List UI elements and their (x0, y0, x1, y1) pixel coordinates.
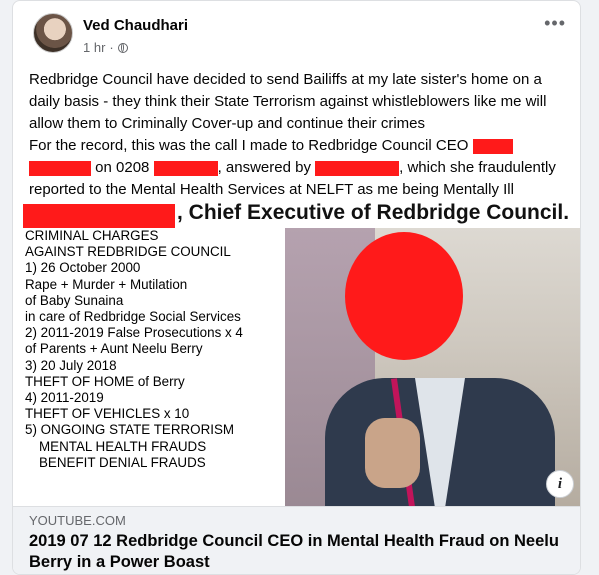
charge-line: CRIMINAL CHARGES (25, 228, 159, 243)
shared-media-image[interactable]: , Chief Executive of Redbridge Council. … (13, 198, 580, 506)
charge-line: 5) ONGOING STATE TERRORISM (25, 422, 235, 438)
post-text-segment: on 0208 (95, 159, 150, 176)
redaction-box (153, 160, 218, 176)
link-title[interactable]: 2019 07 12 Redbridge Council CEO in Ment… (29, 531, 569, 573)
post-paragraph-2: For the record, this was the call I made… (29, 135, 569, 201)
charge-line: Rape + Murder + Mutilation (25, 276, 188, 292)
post-header: Ved Chaudhari 1 hr · ••• (23, 11, 572, 61)
charge-line: 3) 20 July 2018 (25, 357, 117, 373)
charges-list: CRIMINAL CHARGES AGAINST REDBRIDGE COUNC… (25, 228, 285, 471)
globe-icon[interactable] (117, 42, 128, 53)
charge-line: MENTAL HEALTH FRAUDS (39, 438, 207, 454)
charge-line: 2) 2011-2019 False Prosecutions x 4 (25, 325, 243, 341)
info-icon[interactable]: i (546, 470, 574, 498)
charge-line: AGAINST REDBRIDGE COUNCIL (25, 244, 231, 260)
author-name[interactable]: Ved Chaudhari (83, 17, 188, 34)
charge-line: THEFT OF HOME of Berry (25, 373, 185, 389)
speaker-photo (285, 228, 580, 506)
post-text: Redbridge Council have decided to send B… (29, 69, 569, 201)
link-preview[interactable]: YOUTUBE.COM 2019 07 12 Redbridge Council… (13, 506, 580, 574)
image-headline: , Chief Executive of Redbridge Council. (177, 201, 570, 224)
post-time[interactable]: 1 hr (83, 40, 105, 55)
more-options-icon[interactable]: ••• (544, 13, 566, 34)
charge-line: THEFT OF VEHICLES x 10 (25, 406, 190, 422)
charge-line: of Baby Sunaina (25, 292, 124, 308)
facebook-post: Ved Chaudhari 1 hr · ••• Redbridge Counc… (12, 0, 581, 575)
meta-separator: · (109, 40, 114, 55)
post-text-segment: For the record, this was the call I made… (29, 137, 469, 154)
charge-line: BENEFIT DENIAL FRAUDS (39, 454, 206, 470)
post-meta: 1 hr · (83, 40, 128, 55)
title-redaction-box (23, 204, 175, 228)
redaction-box (315, 160, 400, 176)
charge-line: of Parents + Aunt Neelu Berry (25, 341, 203, 357)
redaction-box (29, 160, 91, 176)
link-domain: YOUTUBE.COM (29, 513, 126, 528)
post-text-segment: , answered by (217, 159, 311, 176)
redaction-box (472, 138, 513, 154)
photo-hand-microphone (365, 418, 420, 488)
charge-line: in care of Redbridge Social Services (25, 309, 241, 325)
face-redaction-circle (345, 232, 463, 360)
avatar[interactable] (33, 13, 73, 53)
post-paragraph-1: Redbridge Council have decided to send B… (29, 71, 547, 132)
charge-line: 1) 26 October 2000 (25, 260, 141, 276)
charge-line: 4) 2011-2019 (25, 390, 104, 406)
